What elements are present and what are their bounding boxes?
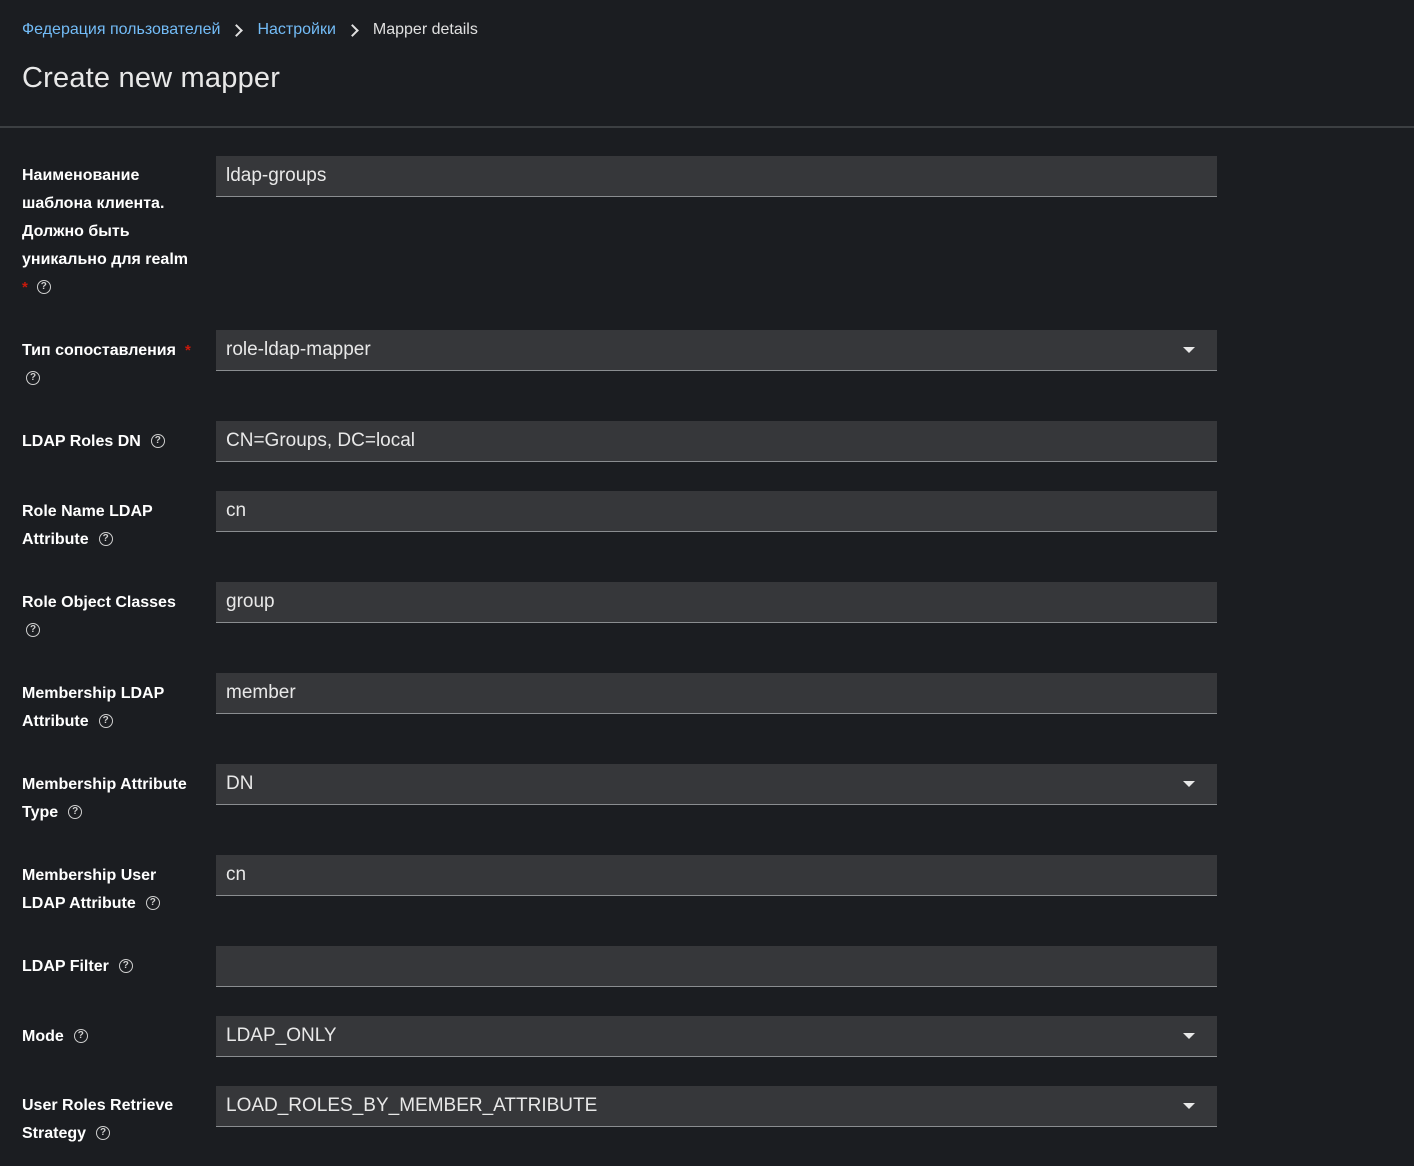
- mapper-type-select[interactable]: role-ldap-mapper: [216, 330, 1217, 371]
- required-marker: *: [184, 342, 191, 359]
- caret-down-icon: [1183, 781, 1195, 787]
- retrieve-strategy-label: User Roles Retrieve Strategy?: [22, 1092, 198, 1148]
- label-line: User Roles Retrieve: [22, 1097, 174, 1114]
- help-circle-icon[interactable]: ?: [26, 622, 40, 637]
- required-marker: *: [22, 279, 28, 296]
- ldap-filter-field-wrapper: [216, 946, 1217, 987]
- breadcrumb-settings-link[interactable]: Настройки: [257, 21, 335, 39]
- help-circle-icon[interactable]: ?: [96, 1125, 111, 1140]
- label-text: LDAP Roles DN: [22, 433, 141, 450]
- help-circle-icon[interactable]: ?: [98, 713, 113, 728]
- caret-down-icon: [1183, 347, 1195, 353]
- role-object-classes-field-wrapper: [216, 582, 1217, 623]
- mapper-type-value: role-ldap-mapper: [226, 339, 371, 360]
- label-text: Attribute: [22, 531, 89, 548]
- label-text: Тип сопоставления: [22, 342, 176, 359]
- caret-down-icon: [1183, 1103, 1195, 1109]
- membership-user-attr-field-wrapper: [216, 855, 1217, 896]
- label-line: шаблона клиента.: [22, 195, 165, 212]
- page-title: Create new mapper: [22, 62, 281, 94]
- mode-value: LDAP_ONLY: [226, 1025, 337, 1046]
- page-header: Федерация пользователей Настройки Mapper…: [0, 0, 1414, 128]
- membership-attr-type-value: DN: [226, 773, 254, 794]
- label-line: Role Name LDAP: [22, 503, 153, 520]
- retrieve-strategy-select[interactable]: LOAD_ROLES_BY_MEMBER_ATTRIBUTE: [216, 1086, 1217, 1127]
- breadcrumb: Федерация пользователей Настройки Mapper…: [22, 19, 478, 41]
- label-text: LDAP Filter: [22, 958, 109, 975]
- name-field-wrapper: [216, 156, 1217, 197]
- chevron-right-icon: [230, 23, 244, 37]
- help-circle-icon[interactable]: ?: [68, 804, 83, 819]
- ldap-roles-dn-label: LDAP Roles DN?: [22, 428, 198, 456]
- ldap-roles-dn-input[interactable]: [216, 421, 1217, 461]
- mode-label: Mode?: [22, 1023, 198, 1051]
- role-name-attr-input[interactable]: [216, 491, 1217, 531]
- label-line: Membership Attribute: [22, 776, 187, 793]
- role-name-attr-field-wrapper: [216, 491, 1217, 532]
- label-line: уникально для realm: [22, 251, 188, 268]
- help-circle-icon[interactable]: ?: [145, 895, 160, 910]
- mode-select[interactable]: LDAP_ONLY: [216, 1016, 1217, 1057]
- mapper-type-label: Тип сопоставления * ?: [22, 337, 198, 393]
- membership-attr-label: Membership LDAP Attribute?: [22, 680, 198, 736]
- label-line: Membership User: [22, 867, 157, 884]
- label-text: Mode: [22, 1028, 64, 1045]
- chevron-right-icon: [346, 23, 359, 37]
- label-text: Type: [22, 804, 59, 821]
- ldap-roles-dn-field-wrapper: [216, 421, 1217, 462]
- name-input[interactable]: [216, 156, 1217, 196]
- membership-user-attr-input[interactable]: [216, 855, 1217, 895]
- role-name-attr-label: Role Name LDAP Attribute?: [22, 498, 198, 554]
- help-circle-icon[interactable]: ?: [150, 433, 165, 448]
- help-circle-icon[interactable]: ?: [98, 531, 113, 546]
- label-text: Role Object Classes: [22, 594, 176, 611]
- ldap-filter-input[interactable]: [216, 946, 1217, 986]
- retrieve-strategy-value: LOAD_ROLES_BY_MEMBER_ATTRIBUTE: [226, 1095, 598, 1116]
- label-line: Membership LDAP: [22, 685, 165, 702]
- label-text: Attribute: [22, 713, 89, 730]
- name-label: Наименование шаблона клиента. Должно быт…: [22, 162, 198, 302]
- caret-down-icon: [1183, 1033, 1195, 1039]
- membership-attr-input[interactable]: [216, 673, 1217, 713]
- help-circle-icon[interactable]: ?: [118, 958, 133, 973]
- label-text: Strategy: [22, 1125, 87, 1142]
- membership-user-attr-label: Membership User LDAP Attribute?: [22, 862, 198, 918]
- role-object-classes-input[interactable]: [216, 582, 1217, 622]
- breadcrumb-user-federation-link[interactable]: Федерация пользователей: [22, 21, 220, 39]
- help-circle-icon[interactable]: ?: [73, 1028, 88, 1043]
- membership-attr-field-wrapper: [216, 673, 1217, 714]
- help-circle-icon[interactable]: ?: [26, 370, 40, 385]
- label-line: Наименование: [22, 167, 140, 184]
- role-object-classes-label: Role Object Classes ?: [22, 589, 198, 645]
- membership-attr-type-select[interactable]: DN: [216, 764, 1217, 805]
- membership-attr-type-label: Membership Attribute Type?: [22, 771, 198, 827]
- label-text: LDAP Attribute: [22, 895, 136, 912]
- label-line: Должно быть: [22, 223, 130, 240]
- help-circle-icon[interactable]: ?: [36, 279, 51, 294]
- breadcrumb-current: Mapper details: [372, 21, 478, 38]
- ldap-filter-label: LDAP Filter?: [22, 953, 198, 981]
